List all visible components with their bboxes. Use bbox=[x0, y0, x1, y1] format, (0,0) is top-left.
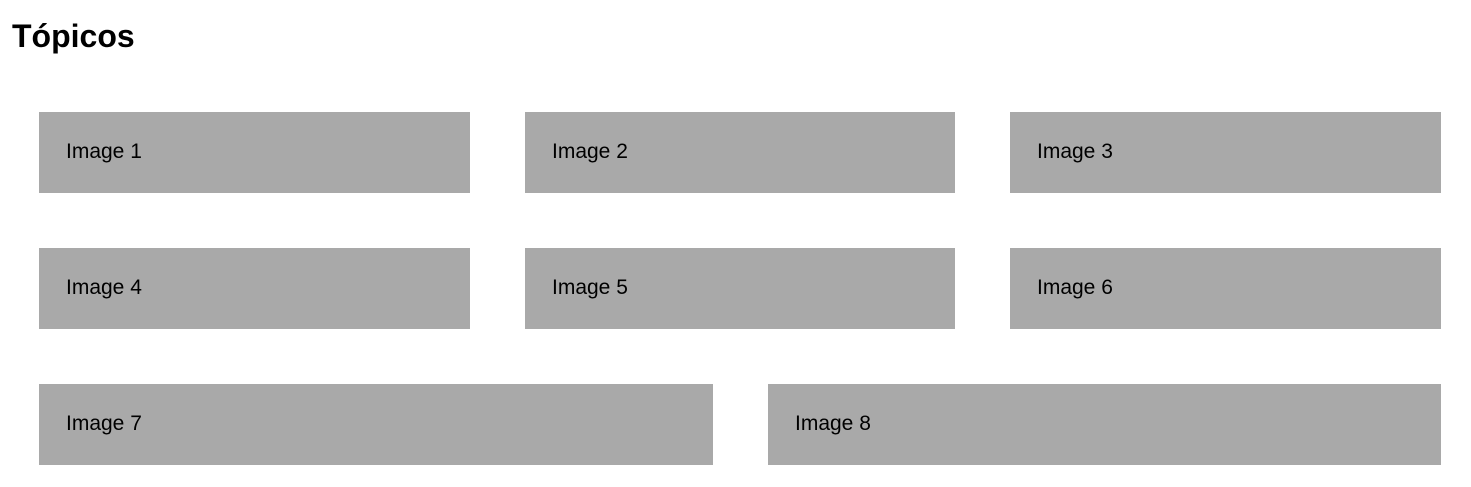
topics-grid: Image 1 Image 2 Image 3 Image 4 Image 5 … bbox=[39, 112, 1441, 465]
topic-tile-label: Image 3 bbox=[1037, 139, 1113, 163]
topic-tile-label: Image 2 bbox=[552, 139, 628, 163]
topic-tile-label: Image 7 bbox=[66, 411, 142, 435]
topic-tile-1[interactable]: Image 1 bbox=[39, 112, 470, 193]
topics-row: Image 7 Image 8 bbox=[39, 384, 1441, 465]
topic-tile-2[interactable]: Image 2 bbox=[525, 112, 955, 193]
topic-tile-8[interactable]: Image 8 bbox=[768, 384, 1441, 465]
topics-row: Image 1 Image 2 Image 3 bbox=[39, 112, 1441, 193]
topic-tile-label: Image 6 bbox=[1037, 275, 1113, 299]
topic-tile-5[interactable]: Image 5 bbox=[525, 248, 955, 329]
page-title: Tópicos bbox=[12, 18, 135, 54]
topic-tile-label: Image 5 bbox=[552, 275, 628, 299]
topic-tile-6[interactable]: Image 6 bbox=[1010, 248, 1441, 329]
topic-tile-label: Image 8 bbox=[795, 411, 871, 435]
topics-row: Image 4 Image 5 Image 6 bbox=[39, 248, 1441, 329]
topic-tile-label: Image 4 bbox=[66, 275, 142, 299]
topic-tile-7[interactable]: Image 7 bbox=[39, 384, 713, 465]
topic-tile-3[interactable]: Image 3 bbox=[1010, 112, 1441, 193]
topic-tile-label: Image 1 bbox=[66, 139, 142, 163]
topic-tile-4[interactable]: Image 4 bbox=[39, 248, 470, 329]
